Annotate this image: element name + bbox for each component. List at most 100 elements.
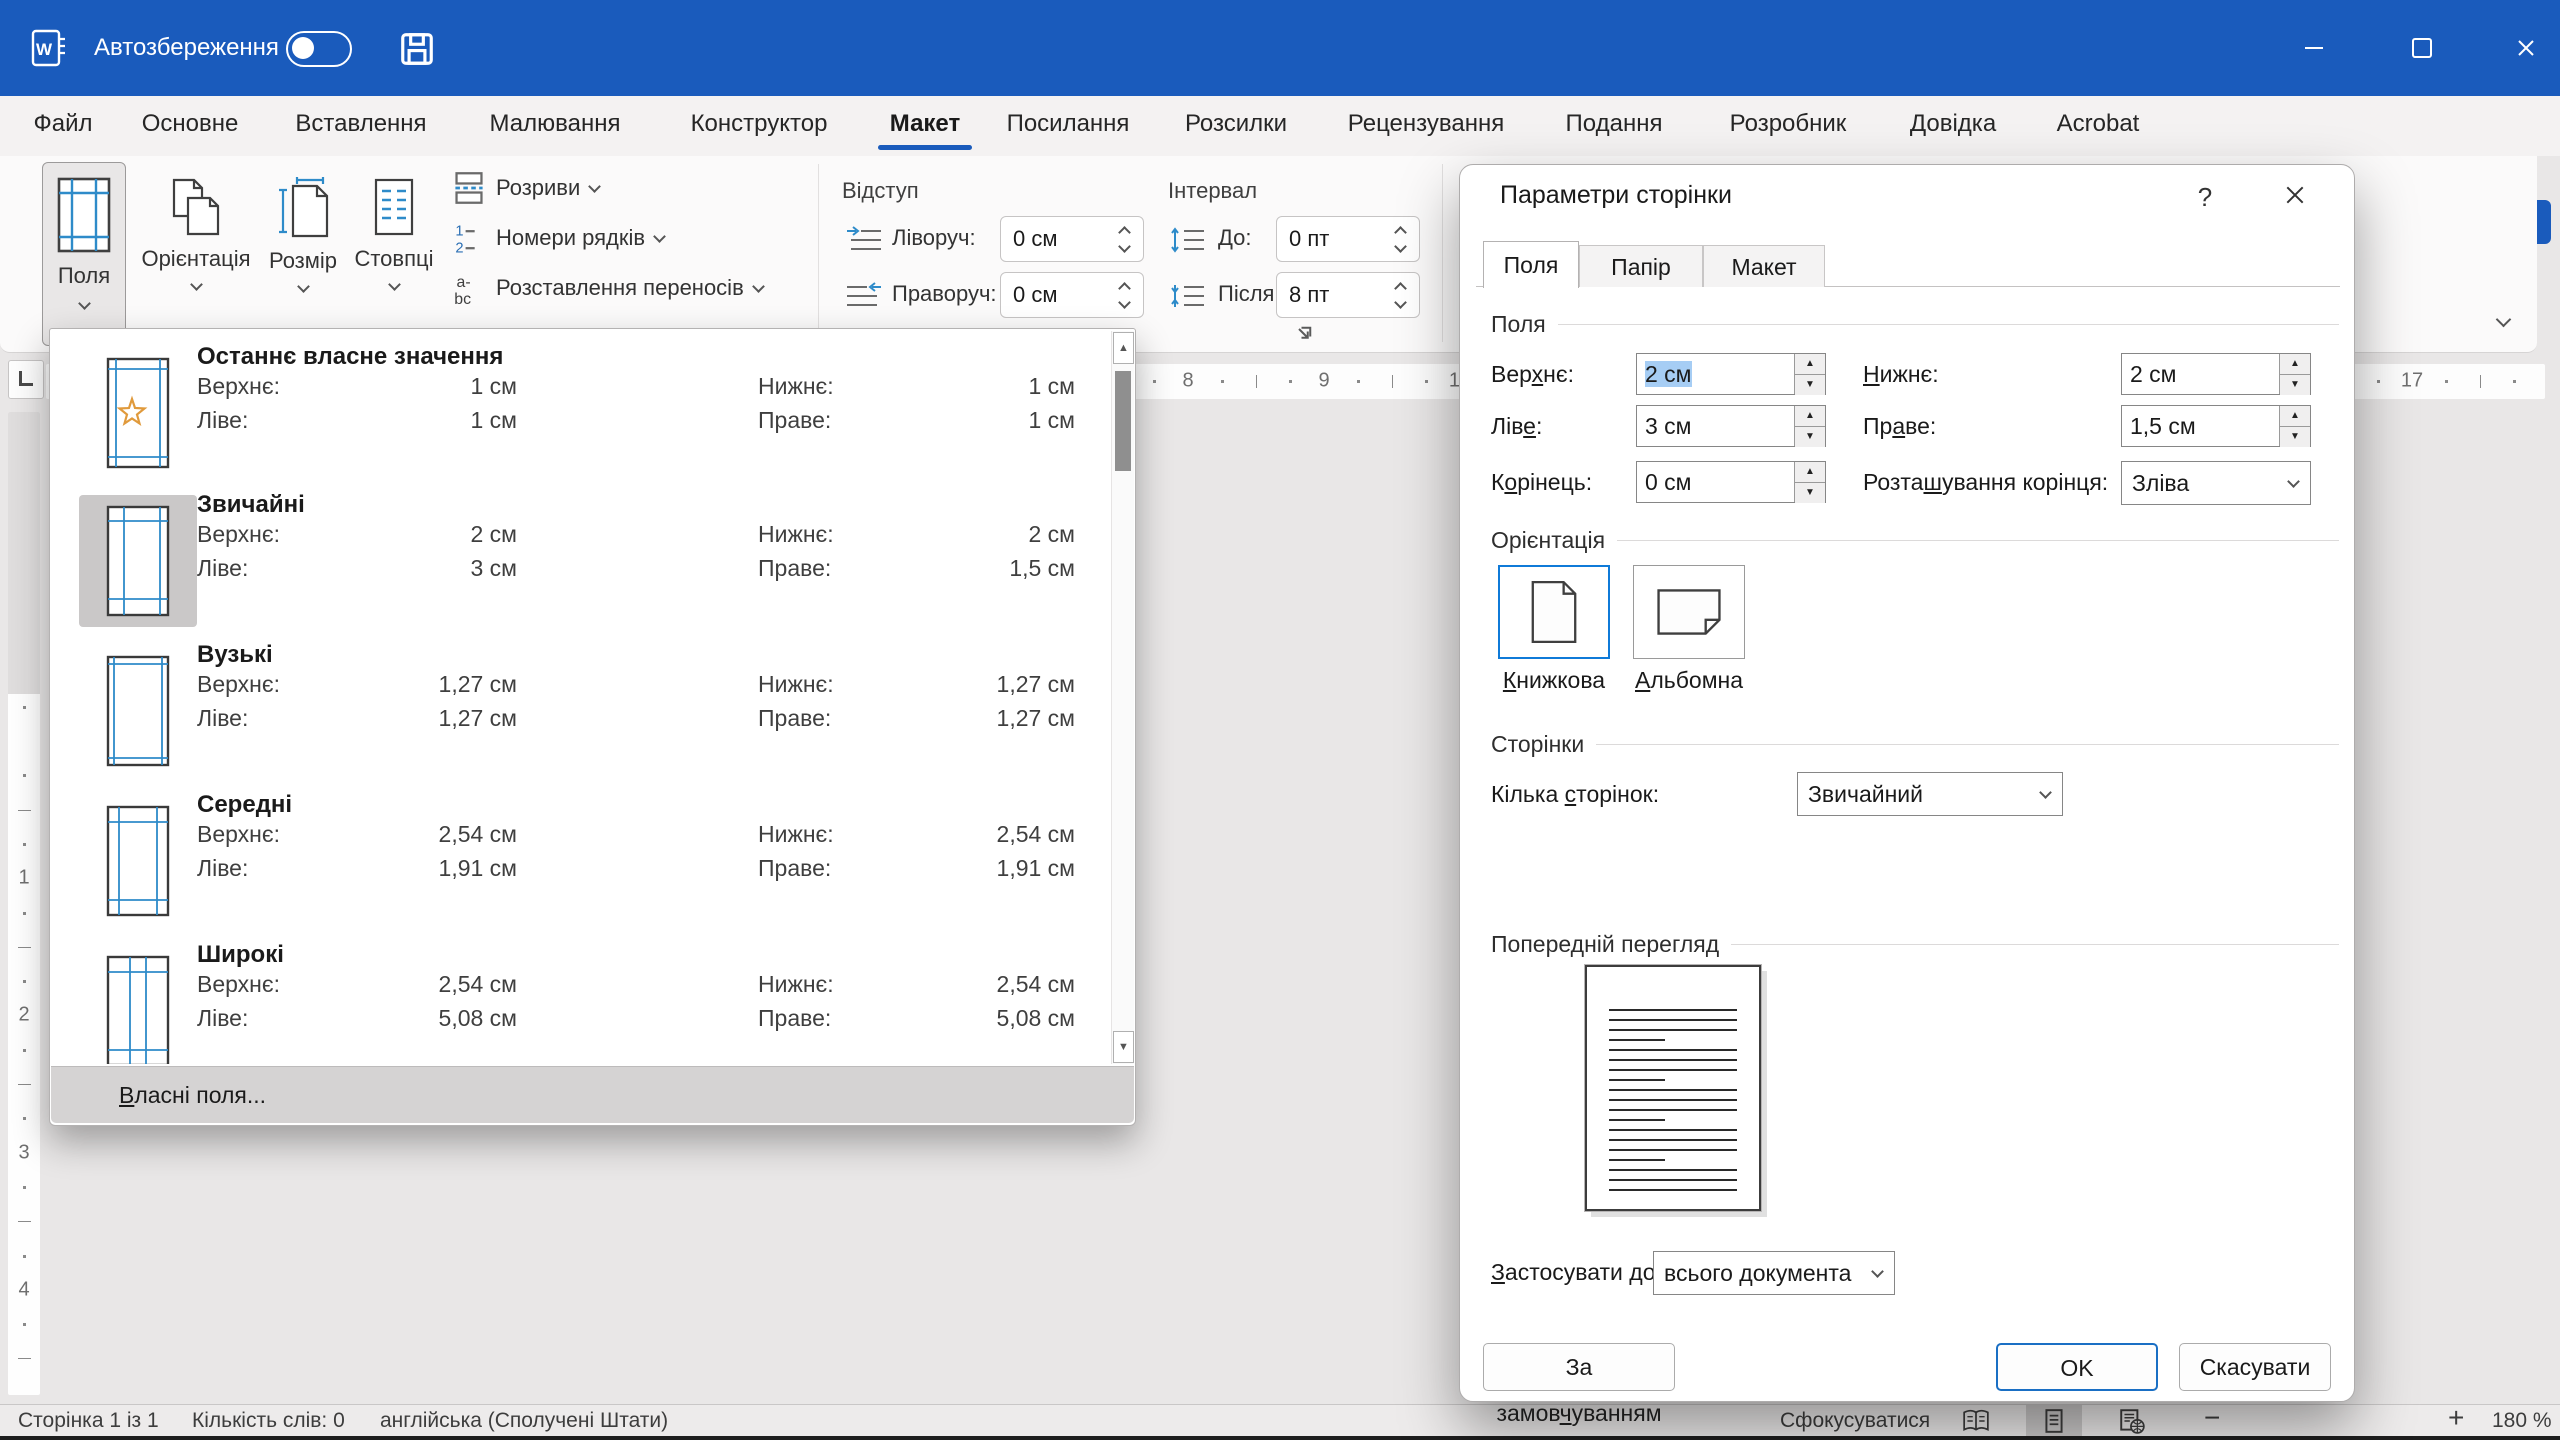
- tab-references[interactable]: Посилання: [994, 96, 1142, 152]
- hyphenation-button[interactable]: a- bc Розставлення переносів: [452, 270, 763, 306]
- tab-draw[interactable]: Малювання: [470, 96, 640, 152]
- ok-button[interactable]: OK: [1996, 1343, 2158, 1391]
- dialog-tab-margins[interactable]: Поля: [1483, 241, 1579, 288]
- chevron-down-icon: [2039, 786, 2052, 799]
- spin-buttons[interactable]: ▲▼: [2279, 406, 2310, 446]
- tab-home[interactable]: Основне: [122, 96, 258, 152]
- dialog-close-button[interactable]: [2275, 179, 2315, 215]
- indent-right-value[interactable]: 0 см: [1001, 282, 1109, 308]
- pages-group-title: Сторінки: [1491, 731, 1584, 758]
- help-button[interactable]: ?: [2185, 179, 2225, 215]
- vertical-ruler[interactable]: 1234: [8, 412, 40, 1395]
- bottom-margin-field[interactable]: 2 см ▲▼: [2121, 353, 2311, 395]
- right-margin-value[interactable]: 1,5 см: [2122, 406, 2279, 446]
- spin-down-icon: ▼: [1795, 375, 1825, 395]
- close-button[interactable]: [2494, 0, 2558, 96]
- preview-page: [1585, 965, 1761, 1211]
- zoom-in-button[interactable]: +: [2448, 1402, 2464, 1434]
- margins-button[interactable]: Поля: [42, 162, 126, 346]
- left-margin-value[interactable]: 3 см: [1637, 406, 1794, 446]
- multiple-pages-combo[interactable]: Звичайний: [1797, 772, 2063, 816]
- gutter-value[interactable]: 0 см: [1637, 462, 1794, 502]
- zoom-out-button[interactable]: −: [2204, 1402, 2220, 1434]
- spinner-arrows[interactable]: [1385, 225, 1419, 254]
- chevron-down-icon: [2287, 475, 2300, 488]
- indent-left-spinner[interactable]: 0 см: [1000, 216, 1144, 262]
- indent-left-value[interactable]: 0 см: [1001, 226, 1109, 252]
- preset-left-label: Ліве:: [197, 1005, 248, 1032]
- zoom-level[interactable]: 180 %: [2492, 1405, 2552, 1437]
- scrollbar-thumb[interactable]: [1115, 371, 1131, 471]
- gutter-field[interactable]: 0 см ▲▼: [1636, 461, 1826, 503]
- save-icon[interactable]: [398, 30, 436, 68]
- dialog-tab-layout[interactable]: Макет: [1703, 245, 1825, 287]
- gutter-position-combo[interactable]: Зліва: [2121, 461, 2311, 505]
- paragraph-dialog-launcher-icon[interactable]: [1294, 324, 1314, 344]
- print-layout-button[interactable]: [2026, 1405, 2082, 1437]
- bottom-margin-value[interactable]: 2 см: [2122, 354, 2279, 394]
- tab-developer[interactable]: Розробник: [1706, 96, 1870, 152]
- orientation-landscape-tile[interactable]: [1633, 565, 1745, 659]
- size-button[interactable]: Розмір: [262, 162, 344, 344]
- left-margin-label: Ліве:: [1491, 405, 1542, 447]
- dropdown-scrollbar[interactable]: ▲ ▼: [1111, 331, 1134, 1064]
- scroll-down-icon[interactable]: ▼: [1113, 1031, 1134, 1063]
- tab-acrobat[interactable]: Acrobat: [2040, 96, 2156, 152]
- margins-preset-wide[interactable]: Широкі Верхнє: 2,54 см Нижнє: 2,54 см Лі…: [51, 937, 1109, 1064]
- spin-buttons[interactable]: ▲▼: [1794, 462, 1825, 502]
- spinner-arrows[interactable]: [1385, 281, 1419, 310]
- autosave-toggle[interactable]: [286, 31, 352, 67]
- word-count[interactable]: Кількість слів: 0: [192, 1405, 345, 1437]
- dialog-tab-paper[interactable]: Папір: [1579, 245, 1703, 287]
- page-indicator[interactable]: Сторінка 1 із 1: [18, 1405, 159, 1437]
- group-separator: [818, 164, 819, 342]
- spinner-arrows[interactable]: [1109, 225, 1143, 254]
- scroll-up-icon[interactable]: ▲: [1113, 332, 1134, 364]
- spacing-before-spinner[interactable]: 0 пт: [1276, 216, 1420, 262]
- margins-preset-narrow[interactable]: Вузькі Верхнє: 1,27 см Нижнє: 1,27 см Лі…: [51, 637, 1109, 785]
- dialog-title: Параметри сторінки: [1500, 181, 1732, 210]
- spacing-group-title: Інтервал: [1168, 178, 1257, 204]
- language-indicator[interactable]: англійська (Сполучені Штати): [380, 1405, 668, 1437]
- breaks-button[interactable]: Розриви: [452, 170, 599, 206]
- tab-file[interactable]: Файл: [20, 96, 106, 152]
- orientation-button[interactable]: Орієнтація: [134, 162, 258, 344]
- preset-bottom-label: Нижнє:: [758, 971, 834, 998]
- custom-margins-item[interactable]: Власні поля...: [51, 1066, 1134, 1123]
- set-default-button[interactable]: За замовчуванням: [1483, 1343, 1675, 1391]
- read-mode-button[interactable]: [1948, 1405, 2004, 1437]
- right-margin-field[interactable]: 1,5 см ▲▼: [2121, 405, 2311, 447]
- apply-to-combo[interactable]: всього документа: [1653, 1251, 1895, 1295]
- margins-preset-last-custom[interactable]: Останнє власне значення Верхнє: 1 см Ниж…: [51, 339, 1109, 487]
- orientation-portrait-tile[interactable]: [1498, 565, 1610, 659]
- focus-mode-button[interactable]: Сфокусуватися: [1780, 1405, 1930, 1437]
- tab-review[interactable]: Рецензування: [1330, 96, 1522, 152]
- margins-preset-moderate[interactable]: Середні Верхнє: 2,54 см Нижнє: 2,54 см Л…: [51, 787, 1109, 935]
- margins-preset-normal[interactable]: Звичайні Верхнє: 2 см Нижнє: 2 см Ліве: …: [51, 487, 1109, 635]
- group-divider: [1617, 540, 2339, 541]
- spin-buttons[interactable]: ▲▼: [2279, 354, 2310, 394]
- spacing-after-value[interactable]: 8 пт: [1277, 282, 1385, 308]
- tab-stop-selector[interactable]: [8, 360, 44, 399]
- indent-right-spinner[interactable]: 0 см: [1000, 272, 1144, 318]
- columns-button[interactable]: Стовпці: [348, 162, 440, 344]
- maximize-button[interactable]: [2390, 0, 2454, 96]
- cancel-button[interactable]: Скасувати: [2179, 1343, 2331, 1391]
- collapse-ribbon-icon[interactable]: [2496, 312, 2512, 328]
- tab-layout[interactable]: Макет: [872, 96, 978, 152]
- spacing-before-value[interactable]: 0 пт: [1277, 226, 1385, 252]
- spin-buttons[interactable]: ▲▼: [1794, 406, 1825, 446]
- tab-mailings[interactable]: Розсилки: [1172, 96, 1300, 152]
- line-numbers-button[interactable]: 1 2 Номери рядків: [452, 220, 664, 256]
- top-margin-field[interactable]: 2 см ▲▼: [1636, 353, 1826, 395]
- web-layout-button[interactable]: [2104, 1405, 2160, 1437]
- tab-design[interactable]: Конструктор: [668, 96, 850, 152]
- tab-insert[interactable]: Вставлення: [278, 96, 444, 152]
- minimize-button[interactable]: [2282, 0, 2346, 96]
- tab-help[interactable]: Довідка: [1894, 96, 2012, 152]
- spacing-after-spinner[interactable]: 8 пт: [1276, 272, 1420, 318]
- spinner-arrows[interactable]: [1109, 281, 1143, 310]
- left-margin-field[interactable]: 3 см ▲▼: [1636, 405, 1826, 447]
- spin-buttons[interactable]: ▲▼: [1794, 354, 1825, 394]
- tab-view[interactable]: Подання: [1554, 96, 1674, 152]
